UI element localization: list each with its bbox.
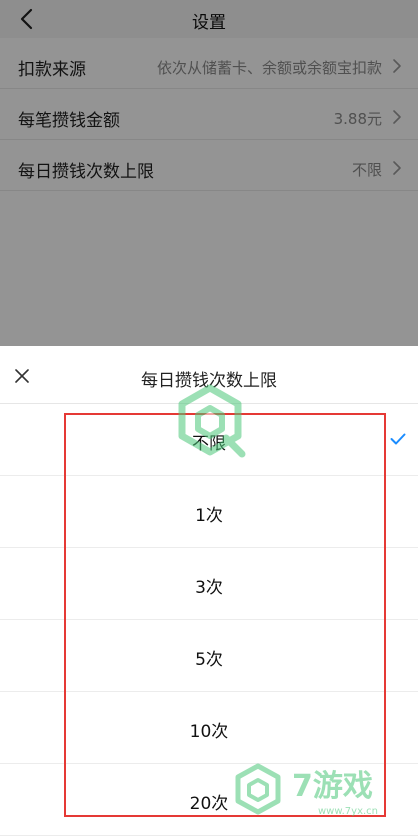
option-1-time[interactable]: 1次 — [0, 476, 418, 548]
option-10-times[interactable]: 10次 — [0, 692, 418, 764]
modal-overlay[interactable] — [0, 0, 418, 346]
checkmark-icon — [390, 433, 406, 445]
option-label: 20次 — [189, 794, 229, 814]
option-3-times[interactable]: 3次 — [0, 548, 418, 620]
option-unlimited[interactable]: 不限 — [0, 404, 418, 476]
sheet-header: 每日攒钱次数上限 — [0, 346, 418, 404]
bottom-sheet: 每日攒钱次数上限 不限 1次 3次 5次 10次 20次 — [0, 346, 418, 836]
option-label: 10次 — [189, 722, 229, 742]
option-5-times[interactable]: 5次 — [0, 620, 418, 692]
option-label: 1次 — [195, 506, 223, 526]
sheet-title: 每日攒钱次数上限 — [141, 371, 277, 391]
option-20-times[interactable]: 20次 — [0, 764, 418, 836]
option-label: 3次 — [195, 578, 223, 598]
option-label: 5次 — [195, 650, 223, 670]
option-label: 不限 — [192, 434, 226, 454]
option-list: 不限 1次 3次 5次 10次 20次 — [0, 404, 418, 836]
